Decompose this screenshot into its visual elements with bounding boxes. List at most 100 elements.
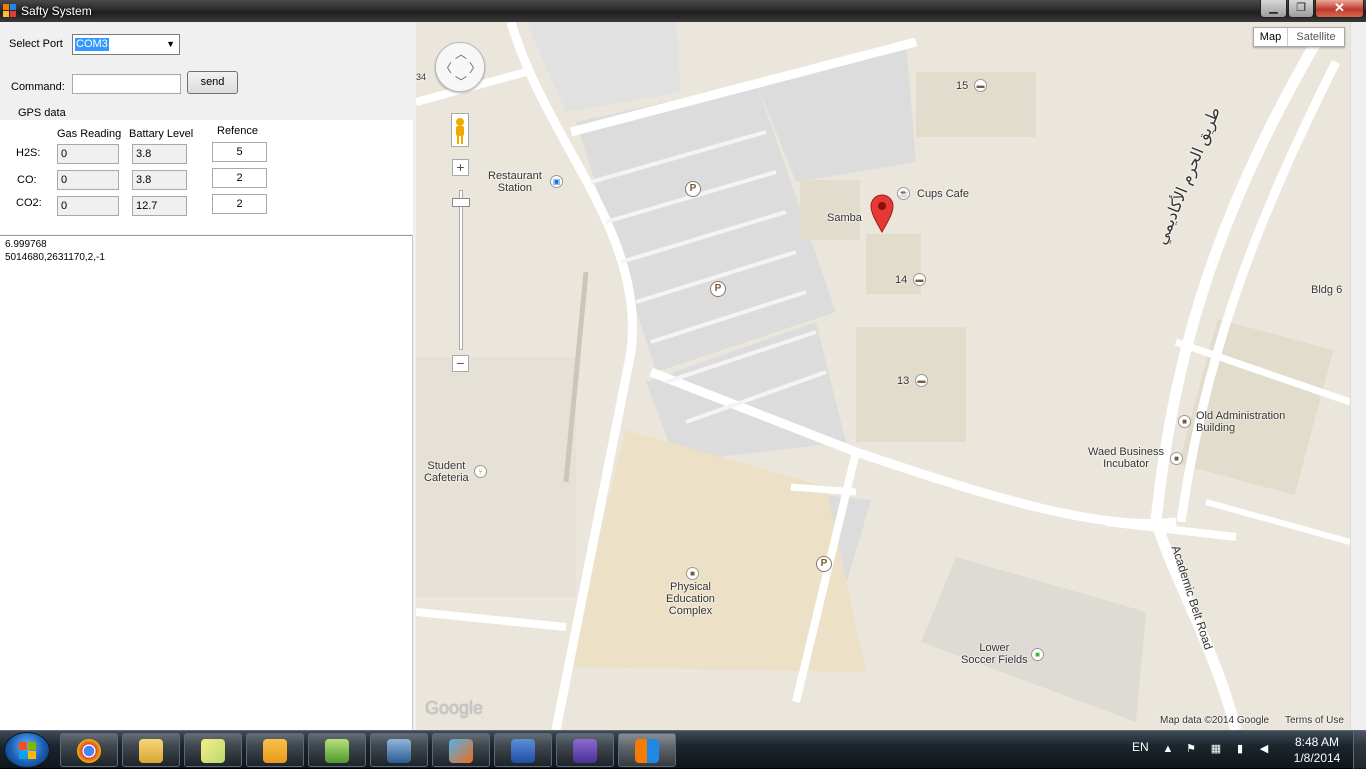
parking-icon: P xyxy=(710,281,726,297)
taskbar-explorer[interactable] xyxy=(122,733,180,767)
pan-control[interactable]: ︿ ﹀ 〈 〉 xyxy=(435,42,485,92)
vertical-scrollbar[interactable] xyxy=(1350,22,1366,730)
action-center-flag-icon[interactable]: ⚑ xyxy=(1184,742,1198,756)
place-icon: ■ xyxy=(686,567,699,580)
taskbar-chrome[interactable] xyxy=(60,733,118,767)
chevron-down-icon[interactable]: ▼ xyxy=(166,39,175,49)
chrome-icon xyxy=(77,739,101,763)
sticky-notes-icon xyxy=(201,739,225,763)
windows-logo-icon xyxy=(19,742,36,759)
file-explorer-icon xyxy=(139,739,163,763)
pan-left-icon[interactable]: 〈 xyxy=(440,59,452,76)
title-bar[interactable]: Safty System ▁ ❐ ✕ xyxy=(0,0,1366,22)
map-type-satellite-button[interactable]: Satellite xyxy=(1288,28,1344,46)
taskbar-outlook[interactable] xyxy=(246,733,304,767)
app-icon xyxy=(3,4,17,18)
matlab-icon xyxy=(449,739,473,763)
map-attribution: Map data ©2014 Google xyxy=(1160,715,1270,726)
street-view-pegman-icon[interactable] xyxy=(451,113,469,147)
virtualbox-icon xyxy=(387,739,411,763)
parking-icon: P xyxy=(685,181,701,197)
clock-date: 1/8/2014 xyxy=(1293,751,1341,765)
restaurant-icon: ⑂ xyxy=(474,465,487,478)
taskbar-virtualbox[interactable] xyxy=(370,733,428,767)
port-select-value: COM3 xyxy=(75,38,109,51)
volume-icon[interactable]: ◀ xyxy=(1257,742,1271,756)
bus-stop-icon: ▣ xyxy=(550,175,563,188)
co2-battery-value: 12.7 xyxy=(132,196,187,216)
control-panel: Select Port COM3 ▼ Command: send GPS dat… xyxy=(0,22,413,730)
h2s-battery-value: 3.8 xyxy=(132,144,187,164)
h2s-gas-value: 0 xyxy=(57,144,119,164)
command-label: Command: xyxy=(11,81,65,93)
log-line: 6.999768 xyxy=(5,239,47,250)
location-pin-icon xyxy=(870,194,894,234)
map-type-control: Map Satellite xyxy=(1253,27,1345,47)
close-button[interactable]: ✕ xyxy=(1315,0,1364,18)
lodging-icon: ▬ xyxy=(913,273,926,286)
map-label-lower-soccer: Lower Soccer Fields xyxy=(961,642,1028,666)
command-input[interactable] xyxy=(72,74,181,94)
zoom-out-button[interactable]: − xyxy=(452,355,469,372)
co-reference-input[interactable]: 2 xyxy=(212,168,267,188)
window-title: Safty System xyxy=(21,4,92,18)
clock[interactable]: 8:48 AM 1/8/2014 xyxy=(1282,734,1352,766)
start-button[interactable] xyxy=(4,732,50,768)
outlook-icon xyxy=(263,739,287,763)
h2s-label: H2S: xyxy=(16,147,41,159)
taskbar: EN ▲ ⚑ ▦ ▮ ◀ 8:48 AM 1/8/2014 xyxy=(0,730,1366,769)
h2s-reference-input[interactable]: 5 xyxy=(212,142,267,162)
power-icon[interactable]: ▮ xyxy=(1233,742,1247,756)
language-indicator[interactable]: EN xyxy=(1132,740,1149,754)
word-icon xyxy=(511,739,535,763)
minimize-button[interactable]: ▁ xyxy=(1260,0,1287,18)
pan-up-icon[interactable]: ︿ xyxy=(455,45,467,62)
clock-time: 8:48 AM xyxy=(1294,735,1340,749)
network-icon[interactable]: ▦ xyxy=(1209,742,1223,756)
map-label-34: 34 xyxy=(416,72,427,82)
taskbar-matlab[interactable] xyxy=(432,733,490,767)
pan-right-icon[interactable]: 〉 xyxy=(469,59,481,76)
cafe-icon: ☕ xyxy=(897,187,910,200)
co2-gas-value: 0 xyxy=(57,196,119,216)
show-hidden-icons-icon[interactable]: ▲ xyxy=(1161,742,1175,756)
zoom-slider-track[interactable] xyxy=(459,190,463,350)
taskbar-notepad-plus[interactable] xyxy=(308,733,366,767)
map-label-cups-cafe: Cups Cafe xyxy=(917,188,969,200)
send-button[interactable]: send xyxy=(187,71,238,94)
zoom-in-button[interactable]: + xyxy=(452,159,469,176)
notepad-plus-icon xyxy=(325,739,349,763)
map-label-building-14: 14 xyxy=(895,274,908,286)
map-label-bldg-6: Bldg 6 xyxy=(1311,284,1343,296)
app-window: Safty System ▁ ❐ ✕ Select Port COM3 ▼ Co… xyxy=(0,0,1366,730)
co-battery-value: 3.8 xyxy=(132,170,187,190)
park-icon: ■ xyxy=(1031,648,1044,661)
map-type-map-button[interactable]: Map xyxy=(1254,28,1288,46)
co2-reference-input[interactable]: 2 xyxy=(212,194,267,214)
map-label-building-15: 15 xyxy=(956,80,969,92)
taskbar-sticky-notes[interactable] xyxy=(184,733,242,767)
taskbar-safty-system[interactable] xyxy=(618,733,676,767)
serial-log-textarea[interactable]: 6.999768 5014680,2631170,2,-1 xyxy=(0,235,413,730)
gps-data-label: GPS data xyxy=(18,107,66,119)
battery-level-header: Battary Level xyxy=(129,128,194,140)
co-gas-value: 0 xyxy=(57,170,119,190)
gas-reading-header: Gas Reading xyxy=(57,128,122,140)
pan-down-icon[interactable]: ﹀ xyxy=(455,73,467,90)
map-label-old-admin: Old Administration Building xyxy=(1196,410,1286,434)
terms-of-use-link[interactable]: Terms of Use xyxy=(1285,715,1344,727)
co2-label: CO2: xyxy=(16,197,42,209)
zoom-slider-handle[interactable] xyxy=(452,198,470,207)
show-desktop-button[interactable] xyxy=(1353,731,1366,769)
google-map[interactable]: 34 Restaurant Station ▣ Samba ☕ Cups Caf… xyxy=(416,22,1350,730)
restore-button[interactable]: ❐ xyxy=(1288,0,1314,18)
map-label-physical-education: Physical Education Complex xyxy=(666,581,715,617)
map-label-restaurant-station: Restaurant Station xyxy=(488,170,542,194)
lodging-icon: ▬ xyxy=(974,79,987,92)
taskbar-visual-studio[interactable] xyxy=(556,733,614,767)
taskbar-word[interactable] xyxy=(494,733,552,767)
select-port-label: Select Port xyxy=(9,38,63,50)
map-label-building-13: 13 xyxy=(897,375,910,387)
port-select[interactable]: COM3 ▼ xyxy=(72,34,180,55)
google-logo[interactable]: Google xyxy=(425,699,483,717)
